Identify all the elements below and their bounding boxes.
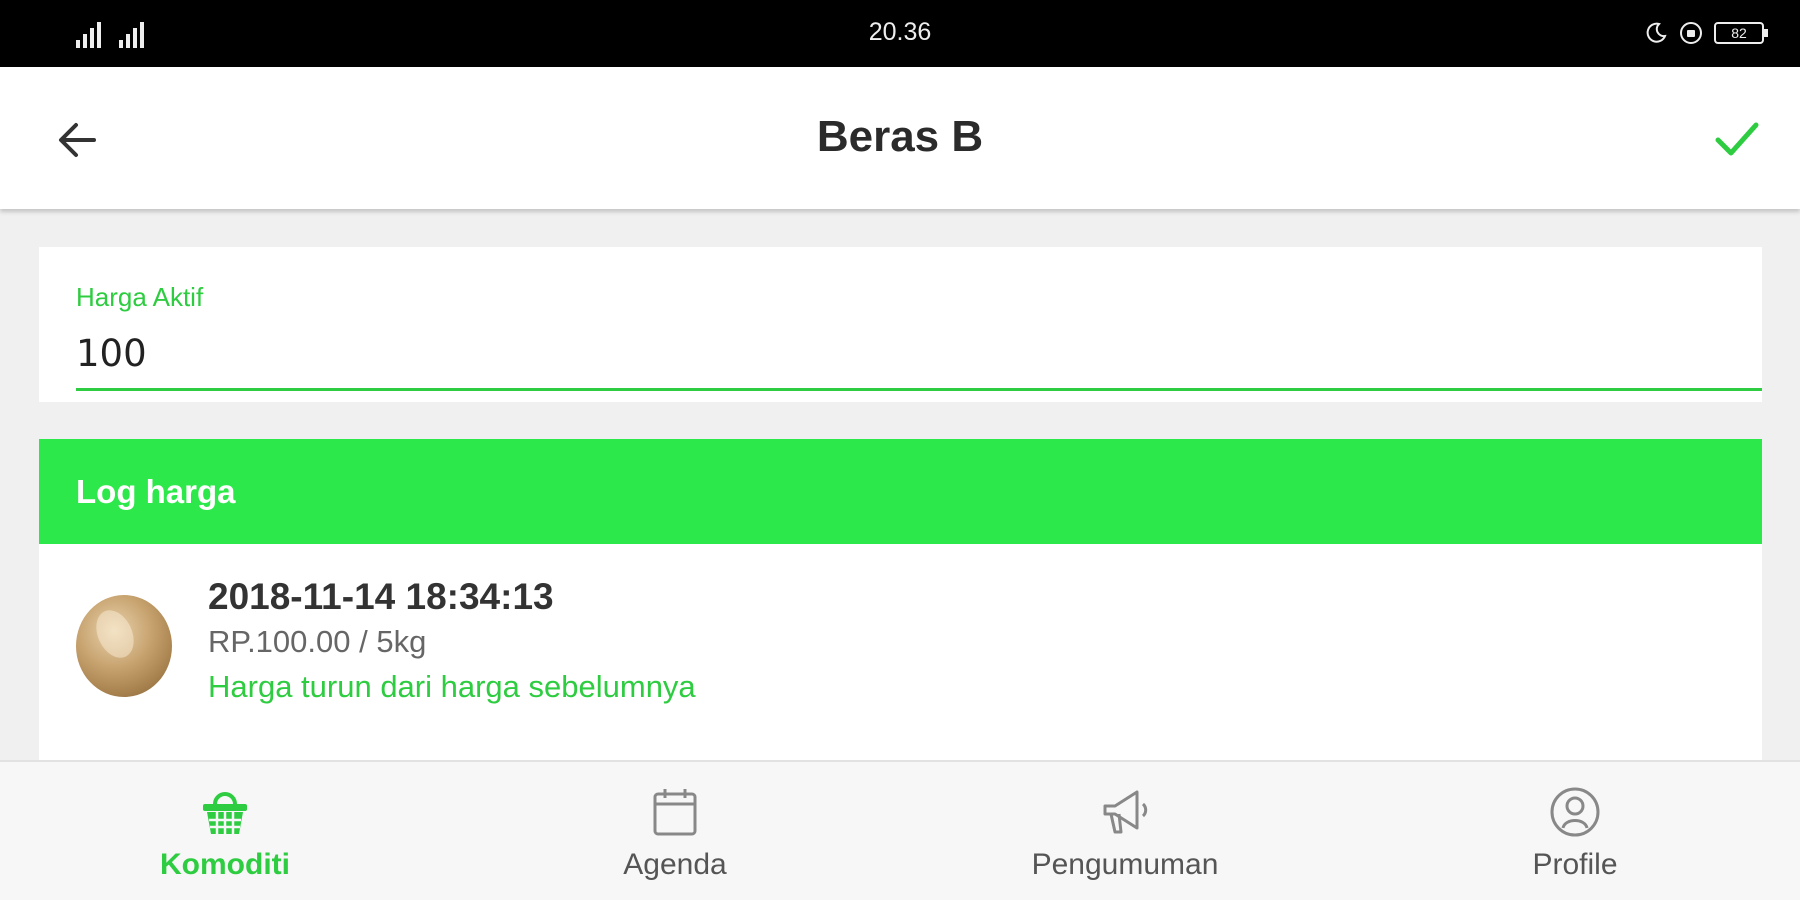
bottom-nav: Komoditi Agenda Pengumuman Profile	[0, 760, 1800, 900]
commodity-thumbnail	[76, 595, 172, 697]
app-bar: Beras B	[0, 67, 1800, 209]
list-item[interactable]: 2018-11-14 18:34:13 RP.100.00 / 5kg Harg…	[39, 544, 1762, 760]
alarm-icon	[1680, 22, 1702, 44]
status-bar: 20.36 82	[0, 0, 1800, 67]
log-price: RP.100.00 / 5kg	[208, 624, 427, 659]
megaphone-icon	[1103, 790, 1148, 834]
status-icons: 82	[1644, 18, 1768, 48]
calendar-icon	[653, 789, 697, 836]
nav-label-agenda: Agenda	[623, 848, 727, 881]
price-card: Harga Aktif	[39, 247, 1762, 402]
page-title: Beras B	[816, 112, 984, 161]
log-header: Log harga	[39, 439, 1762, 544]
log-date: 2018-11-14 18:34:13	[208, 576, 554, 617]
user-icon	[1550, 787, 1600, 837]
nav-label-komoditi: Komoditi	[160, 848, 290, 881]
battery-icon: 82	[1714, 22, 1768, 44]
moon-icon	[1646, 22, 1667, 43]
nav-label-profile: Profile	[1532, 848, 1618, 881]
check-icon[interactable]	[1708, 111, 1764, 167]
price-input[interactable]	[76, 325, 1762, 391]
log-list: 2018-11-14 18:34:13 RP.100.00 / 5kg Harg…	[39, 544, 1762, 760]
basket-icon	[203, 792, 247, 834]
nav-item-agenda[interactable]: Agenda	[450, 762, 900, 900]
nav-item-pengumuman[interactable]: Pengumuman	[900, 762, 1350, 900]
nav-label-pengumuman: Pengumuman	[1031, 848, 1219, 881]
price-field-label: Harga Aktif	[76, 282, 204, 312]
nav-item-profile[interactable]: Profile	[1350, 762, 1800, 900]
back-arrow-icon[interactable]	[50, 113, 104, 167]
log-note: Harga turun dari harga sebelumnya	[208, 669, 696, 704]
nav-item-komoditi[interactable]: Komoditi	[0, 762, 450, 900]
status-time: 20.36	[868, 18, 932, 46]
